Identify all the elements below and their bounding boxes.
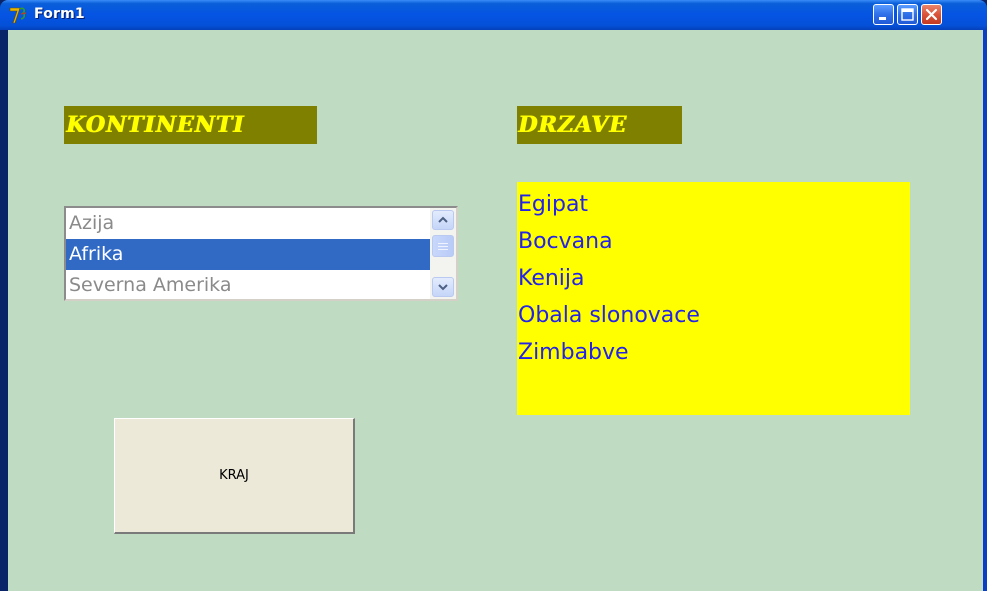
window-right-border — [983, 30, 987, 591]
states-list: Egipat Bocvana Kenija Obala slonovace Zi… — [517, 186, 700, 371]
states-memo[interactable]: Egipat Bocvana Kenija Obala slonovace Zi… — [517, 182, 910, 415]
states-heading: DRZAVE — [517, 106, 682, 144]
continents-listbox[interactable]: Azija Afrika Severna Amerika — [64, 206, 458, 301]
state-item: Zimbabve — [518, 340, 629, 365]
delphi-app-icon — [9, 7, 27, 24]
maximize-button[interactable] — [897, 4, 918, 25]
window-title: Form1 — [34, 6, 85, 22]
form-client-area: KONTINENTI DRZAVE Azija Afrika Severna A… — [8, 30, 983, 591]
form1-window: Form1 KONTINENTI DRZAVE Azija Afrika Sev… — [0, 0, 987, 591]
scroll-up-button[interactable] — [432, 210, 454, 230]
listbox-scrollbar[interactable] — [430, 208, 456, 299]
list-item-azija[interactable]: Azija — [66, 208, 430, 239]
continents-list-items: Azija Afrika Severna Amerika — [66, 208, 430, 299]
state-item: Obala slonovace — [518, 303, 700, 328]
list-item-severna-amerika[interactable]: Severna Amerika — [66, 270, 430, 299]
list-item-afrika[interactable]: Afrika — [66, 239, 430, 270]
title-bar[interactable]: Form1 — [0, 0, 987, 30]
state-item: Egipat — [518, 192, 589, 217]
chevron-down-icon — [438, 284, 448, 291]
chevron-up-icon — [438, 216, 448, 223]
state-item: Kenija — [518, 266, 585, 291]
maximize-icon — [901, 8, 914, 21]
minimize-icon — [879, 17, 886, 20]
state-item: Bocvana — [518, 229, 613, 254]
close-icon — [925, 8, 938, 21]
scrollbar-thumb[interactable] — [432, 235, 454, 257]
continents-heading: KONTINENTI — [64, 106, 317, 144]
kraj-button[interactable]: KRAJ — [114, 418, 355, 534]
close-button[interactable] — [921, 4, 942, 25]
minimize-button[interactable] — [873, 4, 894, 25]
scroll-down-button[interactable] — [432, 277, 454, 297]
